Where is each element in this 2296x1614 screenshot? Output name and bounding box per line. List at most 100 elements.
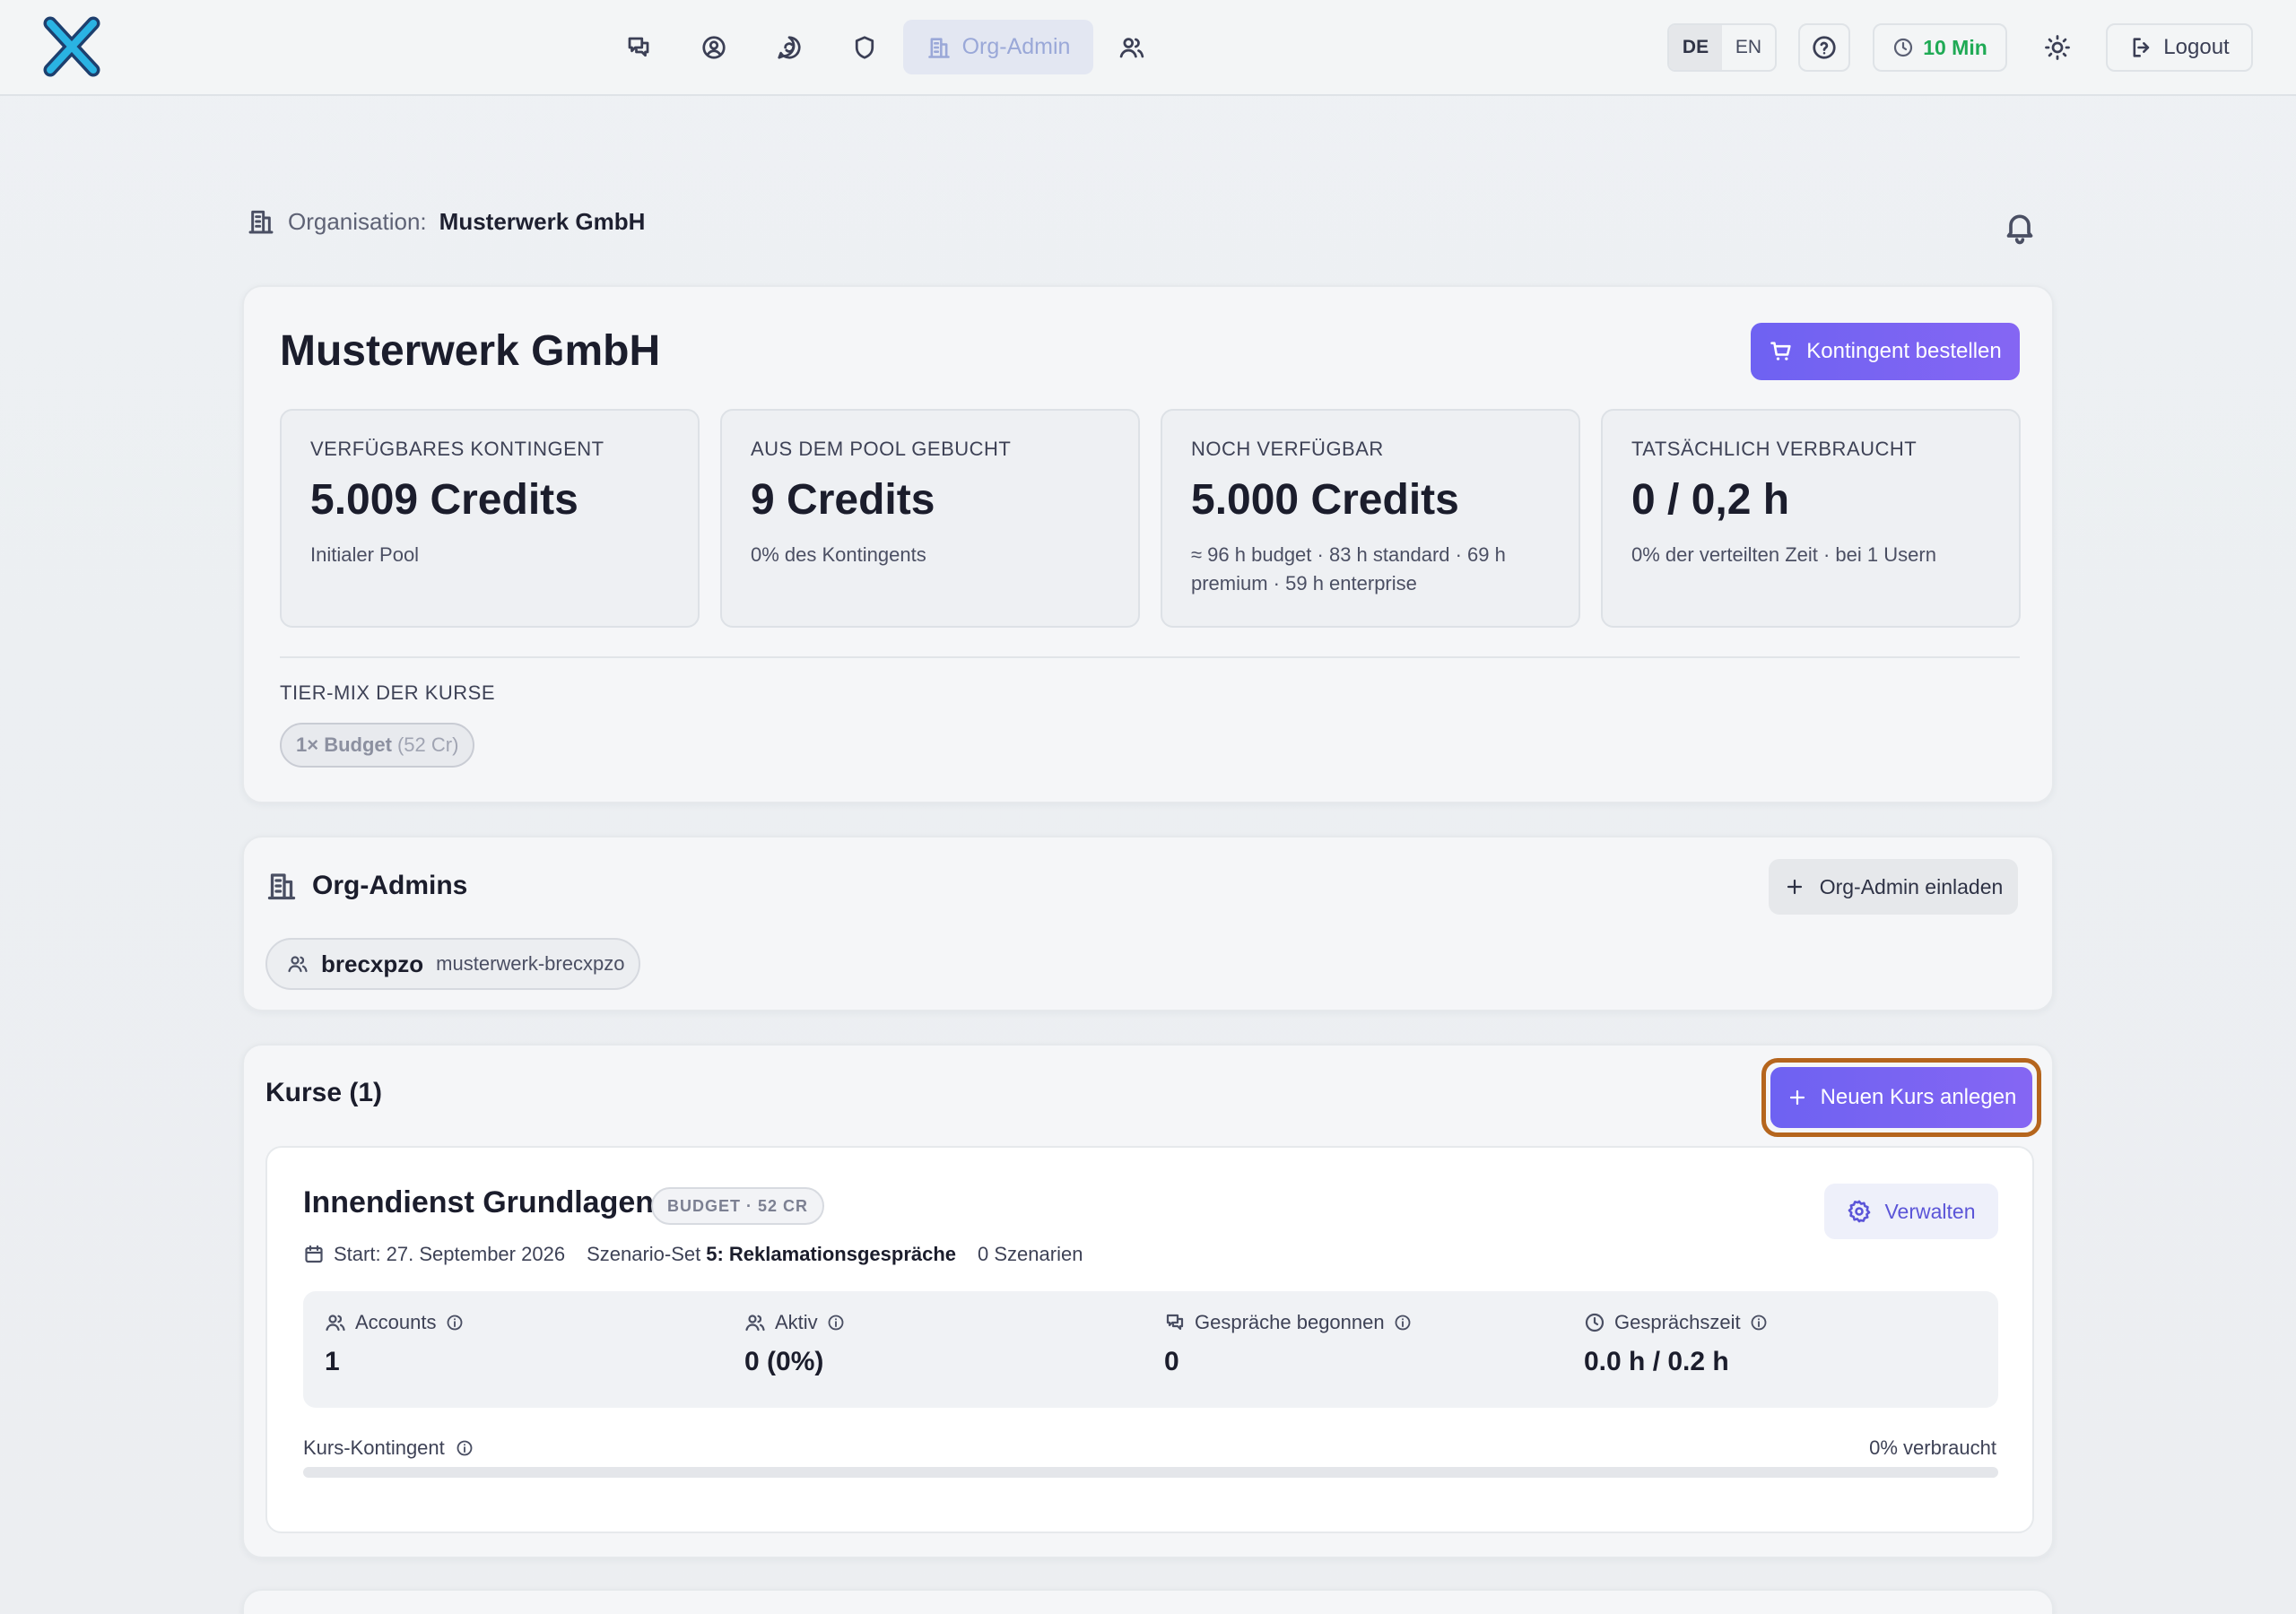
clock-icon xyxy=(1585,1313,1605,1332)
metric-value: 0 (0%) xyxy=(744,1347,824,1376)
logout-label: Logout xyxy=(2163,35,2230,59)
invite-org-admin-button[interactable]: Org-Admin einladen xyxy=(1769,859,2018,915)
logout-icon xyxy=(2133,38,2150,57)
calendar-icon xyxy=(305,1245,323,1263)
stat-still-available: NOCH VERFÜGBAR 5.000 Credits ≈ 96 h budg… xyxy=(1161,409,1580,628)
course-quota-label: Kurs-Kontingent xyxy=(303,1436,445,1459)
building-icon xyxy=(267,873,296,900)
building-icon xyxy=(927,37,950,58)
stat-value: 5.000 Credits xyxy=(1191,476,1459,524)
building-icon xyxy=(248,210,274,234)
stat-title: TATSÄCHLICH VERBRAUCHT xyxy=(1631,438,1918,460)
chat-refresh-icon[interactable] xyxy=(768,26,811,69)
plus-icon xyxy=(1789,1089,1805,1106)
stat-booked-from-pool: AUS DEM POOL GEBUCHT 9 Credits 0% des Ko… xyxy=(720,409,1140,628)
tier-mix-chip: 1× Budget (52 Cr) xyxy=(280,723,475,768)
info-icon[interactable] xyxy=(456,1439,474,1457)
nav-org-admin[interactable]: Org-Admin xyxy=(903,20,1093,74)
stat-actually-used: TATSÄCHLICH VERBRAUCHT 0 / 0,2 h 0% der … xyxy=(1601,409,2021,628)
lang-en-button[interactable]: EN xyxy=(1722,25,1775,70)
course-metrics: Accounts 1 Aktiv 0 (0%) Gespräche begonn… xyxy=(303,1291,1998,1408)
app-logo[interactable] xyxy=(41,16,102,77)
info-icon[interactable] xyxy=(1750,1314,1768,1332)
org-admins-title: Org-Admins xyxy=(312,871,468,900)
session-timer-value: 10 Min xyxy=(1923,35,1987,59)
users-icon xyxy=(745,1315,765,1332)
course-title: Innendienst Grundlagen xyxy=(303,1185,655,1219)
course-meta: Start: 27. September 2026 Szenario-Set 5… xyxy=(303,1243,1083,1266)
nav-org-admin-label: Org-Admin xyxy=(961,34,1071,59)
org-admin-chip[interactable]: brecxpzo musterwerk-brecxpzo xyxy=(265,938,641,990)
help-icon xyxy=(1813,36,1836,59)
clock-icon xyxy=(1894,38,1913,57)
order-quota-label: Kontingent bestellen xyxy=(1806,339,2002,363)
shield-icon[interactable] xyxy=(843,26,886,69)
new-course-button[interactable]: Neuen Kurs anlegen xyxy=(1770,1067,2032,1128)
order-quota-button[interactable]: Kontingent bestellen xyxy=(1751,323,2020,380)
new-course-label: Neuen Kurs anlegen xyxy=(1820,1085,2017,1109)
stat-subtext: ≈ 96 h budget · 83 h standard · 69 h pre… xyxy=(1191,543,1506,594)
manage-course-button[interactable]: Verwalten xyxy=(1824,1184,1998,1239)
organisation-summary-card: Musterwerk GmbH Kontingent bestellen VER… xyxy=(242,285,2054,803)
users-icon xyxy=(288,956,308,973)
metric-conversations-started: Gespräche begonnen 0 xyxy=(1164,1311,1412,1377)
profile-icon[interactable] xyxy=(692,26,735,69)
lang-de-button[interactable]: DE xyxy=(1669,25,1722,70)
course-tier-badge: BUDGET · 52 CR xyxy=(651,1187,825,1225)
theme-toggle-sun-icon[interactable] xyxy=(2036,26,2079,69)
tier-mix-chip-credits: (52 Cr) xyxy=(396,733,459,756)
org-admin-name: brecxpzo xyxy=(321,950,424,977)
users-icon xyxy=(326,1315,345,1332)
info-icon[interactable] xyxy=(827,1314,845,1332)
stat-title: VERFÜGBARES KONTINGENT xyxy=(310,438,604,460)
conversations-icon[interactable] xyxy=(617,26,660,69)
scenario-set-label: Szenario-Set xyxy=(587,1243,701,1265)
divider xyxy=(280,656,2020,658)
info-icon[interactable] xyxy=(446,1314,464,1332)
users-icon[interactable] xyxy=(1110,26,1153,69)
info-icon[interactable] xyxy=(1394,1314,1412,1332)
session-timer[interactable]: 10 Min xyxy=(1873,23,2007,72)
stat-title: AUS DEM POOL GEBUCHT xyxy=(751,438,1012,460)
metric-label: Gespräche begonnen xyxy=(1195,1311,1385,1333)
stat-subtext: 0% des Kontingents xyxy=(751,543,926,566)
metric-accounts: Accounts 1 xyxy=(325,1311,464,1377)
conversations-icon xyxy=(1166,1314,1184,1331)
help-button[interactable] xyxy=(1798,23,1850,72)
course-card: Innendienst Grundlagen BUDGET · 52 CR Ve… xyxy=(265,1146,2034,1533)
stat-available-quota: VERFÜGBARES KONTINGENT 5.009 Credits Ini… xyxy=(280,409,700,628)
stat-value: 5.009 Credits xyxy=(310,476,578,524)
manage-course-label: Verwalten xyxy=(1884,1199,1976,1223)
org-admin-username: musterwerk-brecxpzo xyxy=(436,952,625,975)
stat-title: NOCH VERFÜGBAR xyxy=(1191,438,1384,460)
stat-value: 9 Credits xyxy=(751,476,935,524)
metric-value: 1 xyxy=(325,1347,340,1376)
metric-label: Accounts xyxy=(355,1311,437,1333)
organisation-breadcrumb: Organisation: Musterwerk GmbH xyxy=(247,207,645,236)
tier-mix-label: TIER-MIX DER KURSE xyxy=(280,681,496,704)
metric-value: 0.0 h / 0.2 h xyxy=(1584,1347,1729,1376)
notifications-bell-icon[interactable] xyxy=(2002,209,2038,245)
invite-org-admin-label: Org-Admin einladen xyxy=(1819,874,2004,898)
stat-value: 0 / 0,2 h xyxy=(1631,476,1790,524)
organisation-title: Musterwerk GmbH xyxy=(280,327,661,375)
stat-subtext: 0% der verteilten Zeit · bei 1 Usern xyxy=(1631,543,1936,566)
organisation-label: Organisation: xyxy=(288,207,427,235)
metric-label: Aktiv xyxy=(775,1311,818,1333)
language-switcher: DE EN xyxy=(1667,23,1777,72)
plus-icon xyxy=(1787,879,1802,895)
scenario-set-value: 5: Reklamationsgespräche xyxy=(706,1243,957,1265)
course-quota-label-row: Kurs-Kontingent xyxy=(303,1436,474,1460)
gear-icon xyxy=(1848,1200,1871,1223)
organisation-name: Musterwerk GmbH xyxy=(439,207,646,235)
logout-button[interactable]: Logout xyxy=(2106,23,2253,72)
course-start-date: Start: 27. September 2026 xyxy=(334,1243,566,1265)
course-quota-progress-bar xyxy=(303,1467,1998,1478)
scenario-count: 0 Szenarien xyxy=(978,1243,1083,1265)
courses-card: Kurse (1) Neuen Kurs anlegen Innendienst… xyxy=(242,1044,2054,1558)
metric-conversation-time: Gesprächszeit 0.0 h / 0.2 h xyxy=(1584,1311,1768,1377)
metric-value: 0 xyxy=(1164,1347,1179,1376)
course-quota-used: 0% verbraucht xyxy=(1869,1436,1996,1459)
top-navigation-bar: Org-Admin DE EN 10 Min Logout xyxy=(0,0,2296,96)
org-admins-header: Org-Admins xyxy=(265,870,467,902)
